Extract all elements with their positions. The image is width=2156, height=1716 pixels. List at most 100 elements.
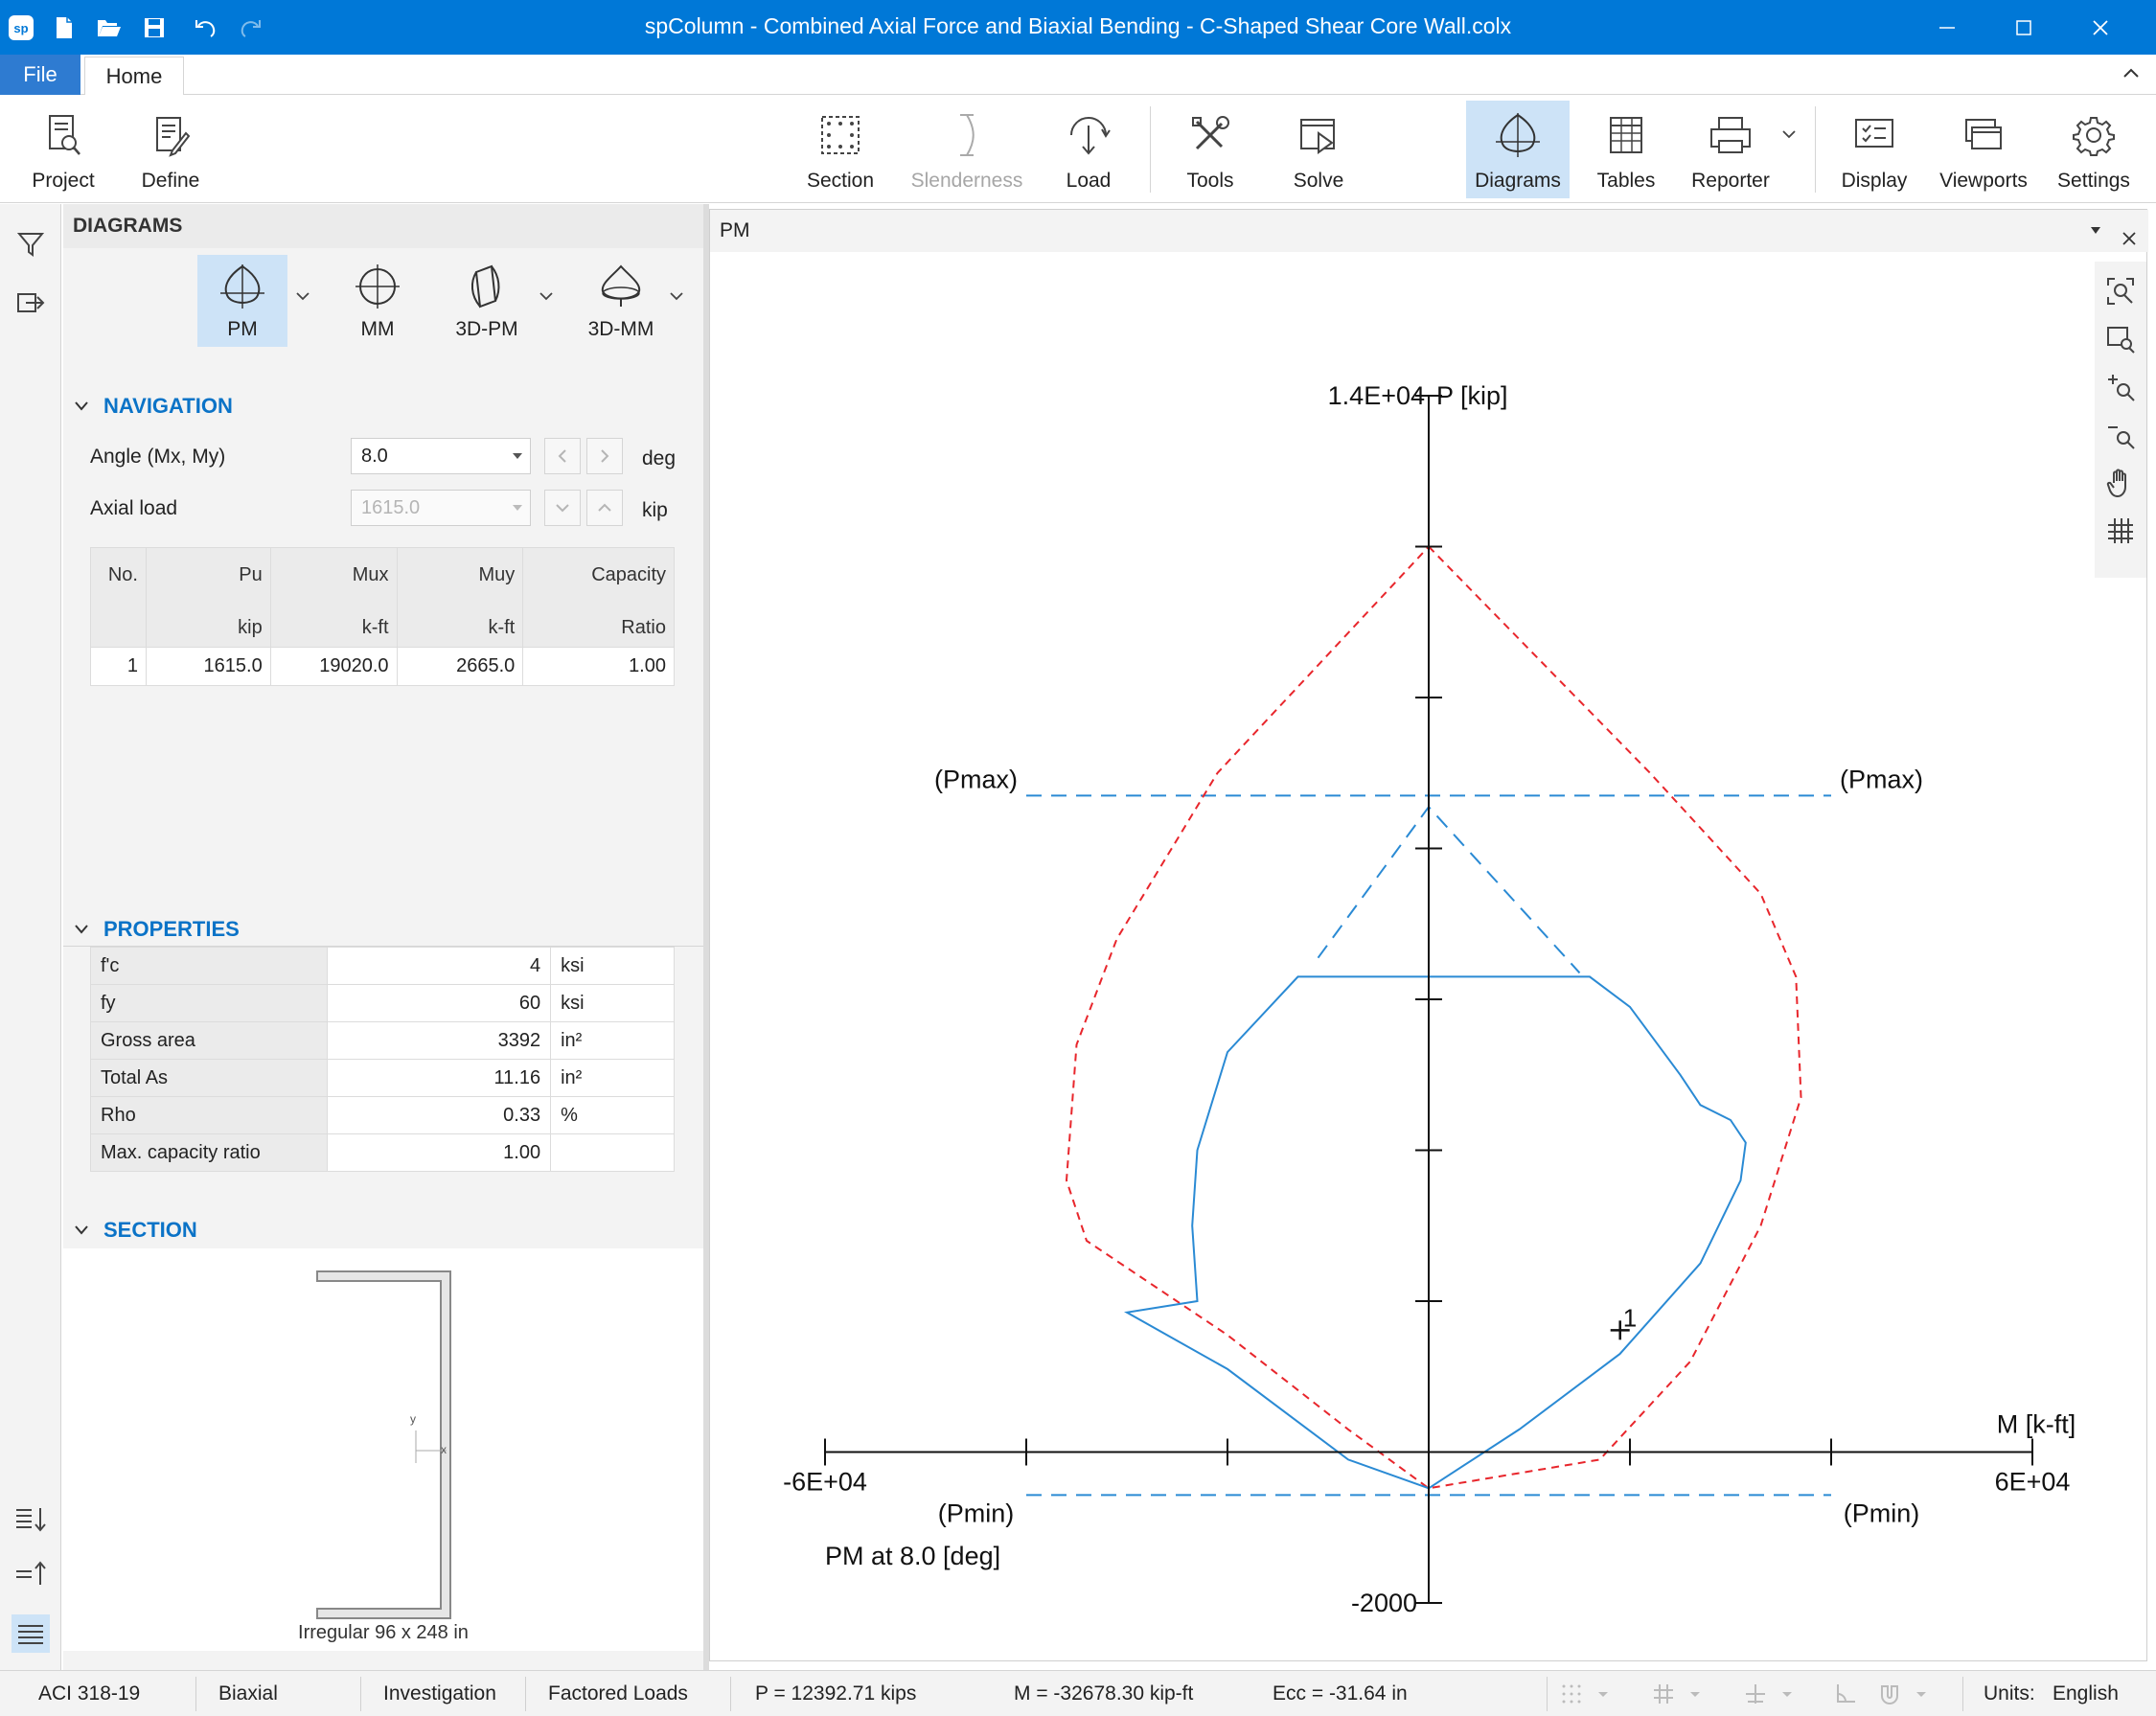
diagrams-button[interactable]: Diagrams (1466, 101, 1570, 198)
status-m-readout: M = -32678.30 kip-ft (1014, 1682, 1194, 1705)
solve-button[interactable]: Solve (1278, 101, 1359, 198)
status-ecc-readout: Ecc = -31.64 in (1273, 1682, 1408, 1705)
status-separator (730, 1677, 731, 1711)
tools-button[interactable]: Tools (1175, 101, 1246, 198)
zoom-in-icon[interactable] (2104, 371, 2137, 403)
3d-mm-diagram-icon (595, 261, 647, 312)
zoom-window-icon[interactable] (2104, 323, 2137, 355)
diagram-type-mm[interactable]: MM (335, 255, 420, 347)
viewport-menu-icon[interactable] (2091, 227, 2100, 234)
property-row: fy 60 ksi (90, 984, 675, 1022)
table-row[interactable]: 1 1615.0 19020.0 2665.0 1.00 (90, 647, 675, 686)
table-units-row: kip k-ft k-ft Ratio (90, 603, 675, 648)
x-axis-label: M [k-ft] (1997, 1410, 2076, 1439)
snap-grid-icon[interactable] (1560, 1682, 1583, 1705)
chevron-down-icon[interactable] (293, 288, 312, 304)
project-icon (38, 108, 88, 162)
axial-load-label: Axial load (90, 497, 178, 519)
axial-load-down-button[interactable] (544, 490, 581, 526)
diagram-type-pm[interactable]: PM (197, 255, 287, 347)
interaction-diagram-series (1124, 975, 1747, 1490)
close-button[interactable] (2060, 0, 2141, 55)
chevron-down-icon[interactable] (1596, 1682, 1610, 1705)
units-value[interactable]: English (2053, 1671, 2119, 1716)
chevron-up-icon[interactable] (2120, 62, 2143, 85)
angle-next-button[interactable] (586, 438, 623, 474)
section-preview: y x Irregular 96 x 248 in (63, 1248, 703, 1651)
table-cell: 1 (90, 647, 147, 686)
export-icon[interactable] (11, 283, 50, 321)
printer-icon (1706, 108, 1755, 162)
viewports-icon (1959, 108, 2008, 162)
tables-button[interactable]: Tables (1589, 101, 1663, 198)
axial-load-combobox[interactable]: 1615.0 (351, 490, 531, 526)
magnet-icon[interactable] (1878, 1682, 1901, 1705)
filter-icon[interactable] (11, 225, 50, 263)
chevron-down-icon[interactable] (1915, 1682, 1928, 1705)
sort-descending-icon[interactable] (11, 1499, 50, 1538)
tab-home[interactable]: Home (84, 57, 184, 96)
tables-icon (1601, 108, 1651, 162)
ortho-icon[interactable] (1744, 1682, 1767, 1705)
title-bar: sp spColumn - Combined Axial Force and B… (0, 0, 2156, 55)
tab-file[interactable]: File (0, 55, 80, 95)
section-axis-y: y (410, 1412, 416, 1426)
dropdown-arrow-icon (513, 453, 522, 459)
angle-snap-icon[interactable] (1834, 1682, 1857, 1705)
table-cell: 19020.0 (269, 647, 398, 686)
status-analysis[interactable]: Investigation (383, 1671, 496, 1716)
pan-hand-icon[interactable] (2104, 467, 2137, 499)
section-button[interactable]: Section (797, 101, 883, 198)
settings-button[interactable]: Settings (2049, 101, 2139, 198)
viewports-button[interactable]: Viewports (1936, 101, 2031, 198)
status-mode[interactable]: Biaxial (218, 1671, 278, 1716)
define-button[interactable]: Define (128, 101, 213, 198)
status-bar: ACI 318-19 Biaxial Investigation Factore… (0, 1670, 2156, 1716)
column-header: Muy (396, 547, 524, 604)
column-unit: k-ft (396, 603, 524, 648)
zoom-out-icon[interactable] (2104, 419, 2137, 451)
grid-toggle-icon[interactable] (1652, 1682, 1675, 1705)
axial-load-up-button[interactable] (586, 490, 623, 526)
display-button[interactable]: Display (1834, 101, 1915, 198)
slenderness-button[interactable]: Slenderness (906, 101, 1027, 198)
pm-viewport: PM 1.4E+04 P [kip] -2000 -6E+04 6E+04 M … (709, 209, 2148, 1661)
angle-previous-button[interactable] (544, 438, 581, 474)
angle-combobox[interactable]: 8.0 (351, 438, 531, 474)
zoom-extents-icon[interactable] (2104, 275, 2137, 308)
chevron-down-icon (75, 1225, 88, 1235)
column-unit: Ratio (522, 603, 675, 648)
project-button[interactable]: Project (19, 101, 107, 198)
pm-chart[interactable]: 1.4E+04 P [kip] -2000 -6E+04 6E+04 M [k-… (710, 252, 2090, 1660)
chevron-down-icon[interactable] (1688, 1682, 1702, 1705)
reporter-button[interactable]: Reporter (1686, 101, 1775, 198)
dropdown-arrow-icon (513, 505, 522, 511)
maximize-button[interactable] (1984, 0, 2064, 55)
tools-icon (1185, 108, 1235, 162)
capacity-envelope-series (1065, 545, 1802, 1490)
reporter-dropdown-chevron-icon[interactable] (1780, 127, 1798, 141)
status-loads[interactable]: Factored Loads (548, 1671, 688, 1716)
chevron-down-icon[interactable] (537, 288, 556, 304)
diagram-type-3d-mm[interactable]: 3D-MM (571, 255, 671, 347)
status-design-code[interactable]: ACI 318-19 (38, 1671, 140, 1716)
column-unit: kip (145, 603, 271, 648)
grid-icon[interactable] (2104, 515, 2137, 547)
sort-ascending-icon[interactable] (11, 1555, 50, 1593)
diagrams-panel: DIAGRAMS PM MM 3D-PM 3D-MM NAVIGATION An… (63, 204, 703, 1670)
load-button[interactable]: Load (1050, 101, 1127, 198)
minimize-button[interactable] (1907, 0, 1987, 55)
angle-unit: deg (642, 447, 677, 469)
section-axis-x: x (441, 1443, 447, 1456)
list-view-icon[interactable] (11, 1614, 50, 1653)
y-tick-label-min: -2000 (1351, 1589, 1417, 1617)
section-section-toggle[interactable]: SECTION (73, 1218, 197, 1243)
chevron-down-icon[interactable] (667, 288, 686, 304)
properties-section-toggle[interactable]: PROPERTIES (73, 917, 240, 942)
status-separator (1962, 1677, 1963, 1711)
chevron-down-icon[interactable] (1780, 1682, 1794, 1705)
diagram-type-3d-pm[interactable]: 3D-PM (439, 255, 535, 347)
y-tick-label-max: 1.4E+04 (1328, 381, 1425, 410)
navigation-section-toggle[interactable]: NAVIGATION (73, 394, 233, 419)
viewport-close-icon[interactable] (2120, 221, 2139, 245)
